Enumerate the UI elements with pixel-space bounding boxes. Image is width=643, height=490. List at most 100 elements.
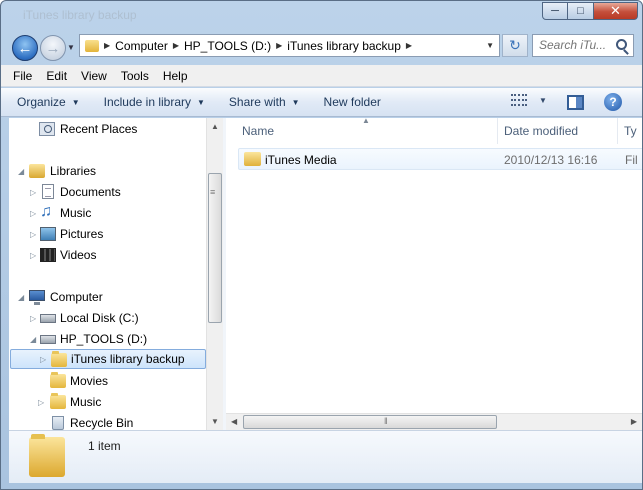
tree-item-music-folder[interactable]: ▷ Music [9,392,209,412]
forward-button[interactable]: → [40,35,66,61]
tree-item-videos[interactable]: ▷ Videos [9,245,209,265]
maximize-icon: □ [577,5,584,17]
window-title: iTunes library backup [23,8,137,22]
chevron-down-icon: ▼ [71,97,80,107]
tree-item-label: Music [60,206,92,220]
share-with-label: Share with [228,95,286,109]
minimize-button[interactable]: ─ [542,2,568,20]
column-header-name[interactable]: Name [236,118,498,144]
pictures-icon [40,227,56,241]
menu-file[interactable]: File [13,69,32,83]
back-arrow-icon: ← [17,39,33,57]
documents-icon [42,184,54,199]
breadcrumb-separator-icon[interactable]: ▶ [173,41,179,50]
removable-disk-icon [40,335,56,344]
menu-tools[interactable]: Tools [121,69,149,83]
close-icon: ✕ [610,3,621,18]
help-icon[interactable]: ? [604,93,622,111]
recent-places-icon [39,122,55,136]
close-button[interactable]: ✕ [594,2,638,20]
computer-icon [29,290,45,305]
organize-button[interactable]: Organize ▼ [17,95,80,109]
tree-item-recycle-bin[interactable]: Recycle Bin [9,413,209,430]
breadcrumb-separator-icon[interactable]: ▶ [104,41,110,50]
scroll-down-arrow-icon[interactable]: ▼ [211,417,219,426]
search-icon[interactable] [616,39,627,50]
tree-item-recent-places[interactable]: Recent Places [9,119,209,139]
folder-icon [85,39,99,52]
collapsed-arrow-icon[interactable]: ▷ [40,355,46,364]
chevron-down-icon: ▼ [539,95,547,105]
folder-icon [50,393,66,409]
breadcrumb-separator-icon[interactable]: ▶ [276,41,282,50]
collapsed-arrow-icon[interactable]: ▷ [30,230,36,239]
expanded-arrow-icon[interactable]: ◢ [18,293,24,302]
recent-pages-dropdown-icon[interactable]: ▼ [67,43,75,52]
details-pane: 1 item [9,430,642,483]
column-header-type[interactable]: Ty [618,118,642,144]
search-input[interactable] [539,38,611,52]
maximize-button[interactable]: □ [568,2,594,20]
breadcrumb-hp-tools[interactable]: HP_TOOLS (D:) [184,39,271,53]
folder-icon [244,152,261,166]
organize-label: Organize [17,95,66,109]
scroll-up-arrow-icon[interactable]: ▲ [211,122,219,131]
address-bar[interactable]: ▶ Computer ▶ HP_TOOLS (D:) ▶ iTunes libr… [79,34,500,57]
back-button[interactable]: ← [12,35,38,61]
scroll-left-arrow-icon[interactable]: ◀ [231,417,237,426]
menu-help[interactable]: Help [163,69,188,83]
share-with-button[interactable]: Share with ▼ [229,95,300,109]
recycle-bin-icon [52,416,64,430]
file-list-horizontal-scrollbar[interactable]: ◀ ‖ ▶ [226,413,642,430]
preview-pane-icon[interactable] [567,95,584,110]
new-folder-button[interactable]: New folder [324,95,381,109]
breadcrumb-computer[interactable]: Computer [115,39,168,53]
file-name: iTunes Media [265,153,337,167]
change-view-button[interactable]: ▼ [511,94,547,106]
include-in-library-button[interactable]: Include in library ▼ [104,95,205,109]
scroll-right-arrow-icon[interactable]: ▶ [631,417,637,426]
tree-item-pictures[interactable]: ▷ Pictures [9,224,209,244]
file-list-pane: ▲ Name Date modified Ty iTunes Media 201… [226,118,642,430]
tree-item-label: iTunes library backup [71,352,185,366]
tree-item-label: Movies [70,374,109,388]
collapsed-arrow-icon[interactable]: ▷ [30,188,36,197]
tree-item-music-library[interactable]: ▷ ♫ Music [9,203,209,223]
scrollbar-grip-icon: ‖ [384,416,388,426]
collapsed-arrow-icon[interactable]: ▷ [30,314,36,323]
tree-item-movies[interactable]: Movies [9,371,209,391]
collapsed-arrow-icon[interactable]: ▷ [30,251,36,260]
menu-bar: File Edit View Tools Help [1,65,642,87]
item-count: 1 item [88,439,121,453]
address-history-dropdown-icon[interactable]: ▼ [486,41,494,50]
refresh-button[interactable]: ↻ [502,34,528,57]
file-date-modified: 2010/12/13 16:16 [504,153,598,167]
tree-item-libraries[interactable]: ◢ Libraries [9,161,209,181]
tree-item-label: Libraries [50,164,97,178]
tree-item-label: Pictures [60,227,104,241]
collapsed-arrow-icon[interactable]: ▷ [30,209,36,218]
menu-view[interactable]: View [81,69,107,83]
breadcrumb-itunes-library-backup[interactable]: iTunes library backup [287,39,401,53]
file-list-item[interactable]: iTunes Media 2010/12/13 16:16 Fil [238,148,642,170]
title-bar[interactable]: iTunes library backup ─ □ ✕ [1,1,642,29]
navigation-pane-scrollbar[interactable]: ▲ ≡ ▼ [206,118,223,430]
tree-item-label: Music [70,395,102,409]
menu-edit[interactable]: Edit [46,69,67,83]
music-icon: ♫ [40,203,52,220]
column-header-date-modified[interactable]: Date modified [498,118,618,144]
breadcrumb-separator-icon[interactable]: ▶ [406,41,412,50]
tree-item-local-disk-c[interactable]: ▷ Local Disk (C:) [9,308,209,328]
collapsed-arrow-icon[interactable]: ▷ [38,398,44,407]
caption-buttons: ─ □ ✕ [542,2,638,20]
tree-item-itunes-library-backup[interactable]: ▷ iTunes library backup [10,349,206,369]
file-type: Fil [625,153,638,167]
search-box[interactable] [532,34,634,57]
tree-item-hp-tools-d[interactable]: ◢ HP_TOOLS (D:) [9,329,209,349]
scrollbar-thumb[interactable]: ‖ [243,415,497,429]
expanded-arrow-icon[interactable]: ◢ [18,167,24,176]
expanded-arrow-icon[interactable]: ◢ [30,335,36,344]
tree-item-computer[interactable]: ◢ Computer [9,287,209,307]
tree-item-documents[interactable]: ▷ Documents [9,182,209,202]
include-in-library-label: Include in library [103,95,191,109]
